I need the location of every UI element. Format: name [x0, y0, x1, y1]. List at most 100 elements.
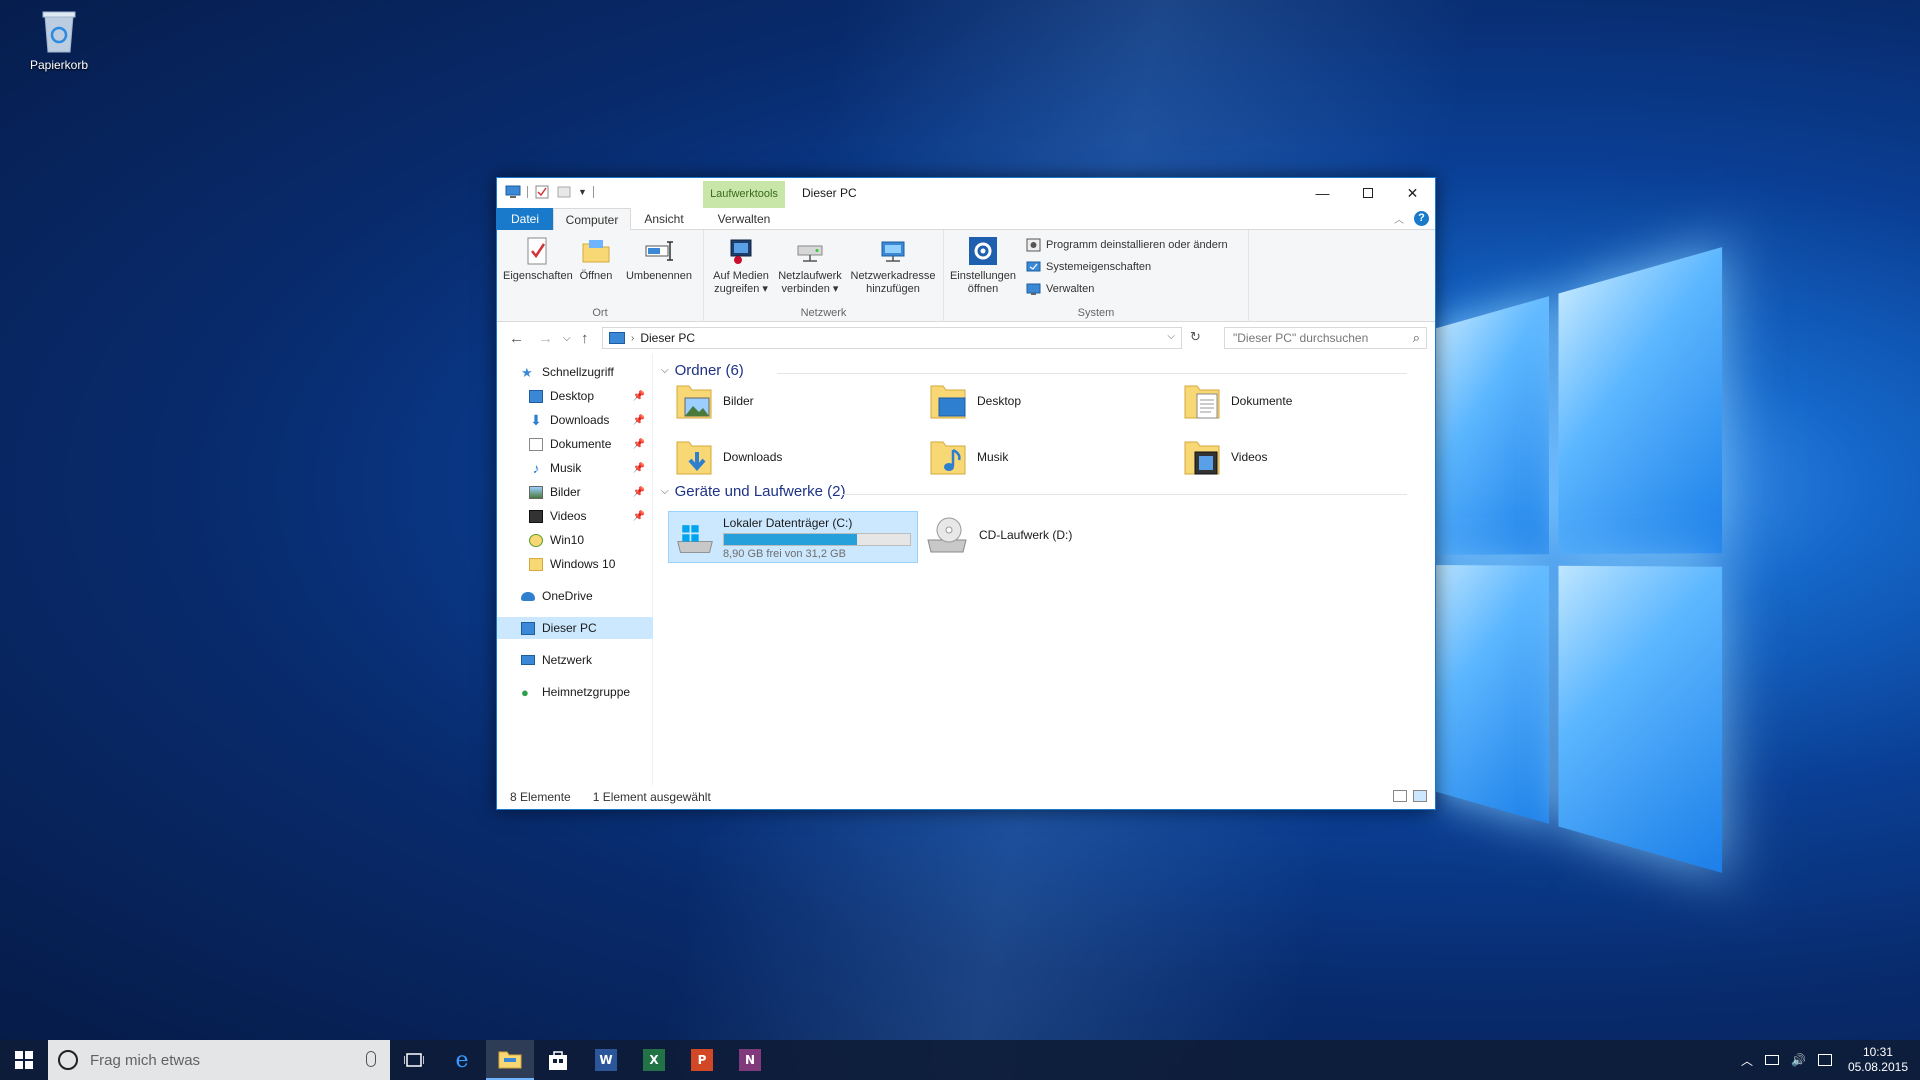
help-icon[interactable]: ?: [1414, 211, 1429, 226]
nav-item-downloads[interactable]: ⬇ Downloads 📌: [497, 409, 653, 431]
nav-item-windows-10[interactable]: Windows 10: [497, 553, 653, 575]
properties-icon[interactable]: [534, 185, 550, 199]
tab-computer[interactable]: Computer: [553, 208, 631, 231]
uninstall-program-label: Programm deinstallieren oder ändern: [1046, 239, 1228, 251]
breadcrumb-this-pc[interactable]: Dieser PC: [640, 331, 695, 345]
pin-icon[interactable]: 📌: [633, 391, 645, 402]
folder-tile-downloads[interactable]: Downloads: [675, 436, 782, 478]
folder-tile-dokumente[interactable]: Dokumente: [1183, 380, 1292, 422]
clock-time: 10:31: [1862, 1045, 1893, 1059]
computer-icon[interactable]: [505, 185, 521, 199]
nav-item-onedrive[interactable]: OneDrive: [497, 585, 653, 607]
minimize-button[interactable]: —: [1300, 178, 1345, 208]
status-bar: 8 Elemente 1 Element ausgewählt: [497, 785, 1435, 809]
file-explorer-taskbar-button[interactable]: [486, 1040, 534, 1080]
title-bar[interactable]: ▼ Laufwerktools Dieser PC — ✕: [497, 178, 1435, 208]
search-input[interactable]: "Dieser PC" durchsuchen ⌕: [1224, 327, 1427, 349]
forward-arrow-icon[interactable]: →: [538, 330, 553, 347]
excel-taskbar-button[interactable]: X: [630, 1040, 678, 1080]
task-view-button[interactable]: [390, 1040, 438, 1080]
settings-gear-icon: [969, 237, 997, 265]
customize-qat-chevron-icon[interactable]: ▼: [578, 187, 587, 197]
nav-item-win10[interactable]: Win10: [497, 529, 653, 551]
new-folder-icon[interactable]: [556, 185, 572, 199]
start-button[interactable]: [0, 1040, 48, 1080]
collapse-ribbon-icon[interactable]: ︿: [1394, 211, 1404, 226]
nav-item-music[interactable]: ♪ Musik 📌: [497, 457, 653, 479]
word-taskbar-button[interactable]: W: [582, 1040, 630, 1080]
address-field[interactable]: › Dieser PC ⌵: [602, 327, 1182, 349]
search-icon[interactable]: ⌕: [1413, 330, 1420, 346]
pin-icon[interactable]: 📌: [633, 463, 645, 474]
windows-logo-wallpaper: [1430, 247, 1730, 873]
recycle-bin-desktop-icon[interactable]: Papierkorb: [22, 8, 96, 72]
open-label: Öffnen: [579, 270, 613, 282]
show-hidden-icons-chevron-icon[interactable]: ︿: [1741, 1052, 1753, 1069]
nav-item-documents[interactable]: Dokumente 📌: [497, 433, 653, 455]
uninstall-program-button[interactable]: Programm deinstallieren oder ändern: [1026, 238, 1228, 252]
open-folder-icon: [582, 240, 610, 263]
nav-item-this-pc[interactable]: Dieser PC: [497, 617, 653, 639]
cloud-icon: [521, 591, 535, 601]
store-taskbar-button[interactable]: [534, 1040, 582, 1080]
pin-icon[interactable]: 📌: [633, 511, 645, 522]
nav-item-pictures[interactable]: Bilder 📌: [497, 481, 653, 503]
details-view-icon[interactable]: [1393, 790, 1407, 802]
add-network-location-button[interactable]: Netzwerkadresse hinzufügen: [846, 236, 940, 296]
section-divider: [843, 494, 1407, 495]
main-pane[interactable]: ⌵ Ordner (6) Bilder Desktop Dokumente Do…: [653, 354, 1435, 785]
manage-button[interactable]: Verwalten: [1026, 282, 1094, 296]
open-settings-button[interactable]: Einstellungen öffnen: [948, 236, 1018, 296]
onenote-icon: N: [739, 1049, 761, 1071]
nav-item-desktop[interactable]: Desktop 📌: [497, 385, 653, 407]
nav-item-quick-access[interactable]: ★ Schnellzugriff: [497, 361, 653, 383]
rename-button[interactable]: Umbenennen: [621, 236, 697, 283]
pin-icon[interactable]: 📌: [633, 487, 645, 498]
taskbar-clock[interactable]: 10:31 05.08.2015: [1848, 1045, 1908, 1075]
large-icons-view-icon[interactable]: [1413, 790, 1427, 802]
network-tray-icon[interactable]: [1764, 1055, 1779, 1065]
volume-icon[interactable]: 🔊: [1791, 1053, 1806, 1067]
navigation-pane[interactable]: ★ Schnellzugriff Desktop 📌 ⬇ Downloads 📌…: [497, 354, 653, 785]
tab-ansicht[interactable]: Ansicht: [635, 208, 693, 230]
system-properties-button[interactable]: Systemeigenschaften: [1026, 260, 1151, 274]
nav-label: OneDrive: [542, 589, 593, 603]
recent-locations-chevron-icon[interactable]: ⌵: [563, 333, 571, 344]
folder-tile-videos[interactable]: Videos: [1183, 436, 1267, 478]
tab-datei[interactable]: Datei: [497, 208, 553, 230]
nav-item-homegroup[interactable]: ● Heimnetzgruppe: [497, 681, 653, 703]
address-dropdown-chevron-icon[interactable]: ⌵: [1167, 331, 1175, 342]
onenote-taskbar-button[interactable]: N: [726, 1040, 774, 1080]
close-button[interactable]: ✕: [1390, 178, 1435, 208]
breadcrumb-chevron-icon[interactable]: ›: [631, 333, 634, 344]
collapse-chevron-icon[interactable]: ⌵: [661, 486, 669, 497]
back-arrow-icon[interactable]: ←: [509, 330, 524, 347]
nav-item-videos[interactable]: Videos 📌: [497, 505, 653, 527]
properties-button[interactable]: Eigenschaften: [503, 236, 573, 283]
up-arrow-icon[interactable]: ↑: [581, 330, 589, 347]
section-devices[interactable]: ⌵ Geräte und Laufwerke (2): [661, 483, 846, 500]
pin-icon[interactable]: 📌: [633, 415, 645, 426]
folder-tile-desktop[interactable]: Desktop: [929, 380, 1021, 422]
cortana-placeholder: Frag mich etwas: [90, 1051, 201, 1069]
drive-tile-c[interactable]: Lokaler Datenträger (C:) 8,90 GB frei vo…: [668, 511, 918, 563]
section-folders[interactable]: ⌵ Ordner (6): [661, 362, 744, 379]
drive-tile-d[interactable]: CD-Laufwerk (D:): [925, 514, 1072, 556]
edge-taskbar-button[interactable]: e: [438, 1040, 486, 1080]
map-network-drive-button[interactable]: Netzlaufwerk verbinden ▾: [774, 236, 846, 296]
microphone-icon[interactable]: [366, 1051, 376, 1067]
open-button[interactable]: Öffnen: [575, 236, 617, 283]
folder-tile-musik[interactable]: Musik: [929, 436, 1008, 478]
tab-verwalten[interactable]: Verwalten: [703, 208, 785, 230]
action-center-icon[interactable]: [1817, 1054, 1832, 1066]
folder-tile-bilder[interactable]: Bilder: [675, 380, 754, 422]
powerpoint-taskbar-button[interactable]: P: [678, 1040, 726, 1080]
maximize-button[interactable]: [1345, 178, 1390, 208]
file-explorer-window[interactable]: ▼ Laufwerktools Dieser PC — ✕ Datei Comp…: [496, 177, 1436, 810]
pin-icon[interactable]: 📌: [633, 439, 645, 450]
refresh-icon[interactable]: ↻: [1190, 329, 1206, 347]
collapse-chevron-icon[interactable]: ⌵: [661, 365, 669, 376]
nav-item-network[interactable]: Netzwerk: [497, 649, 653, 671]
access-media-button[interactable]: Auf Medien zugreifen ▾: [708, 236, 774, 296]
cortana-search-box[interactable]: Frag mich etwas: [48, 1040, 390, 1080]
